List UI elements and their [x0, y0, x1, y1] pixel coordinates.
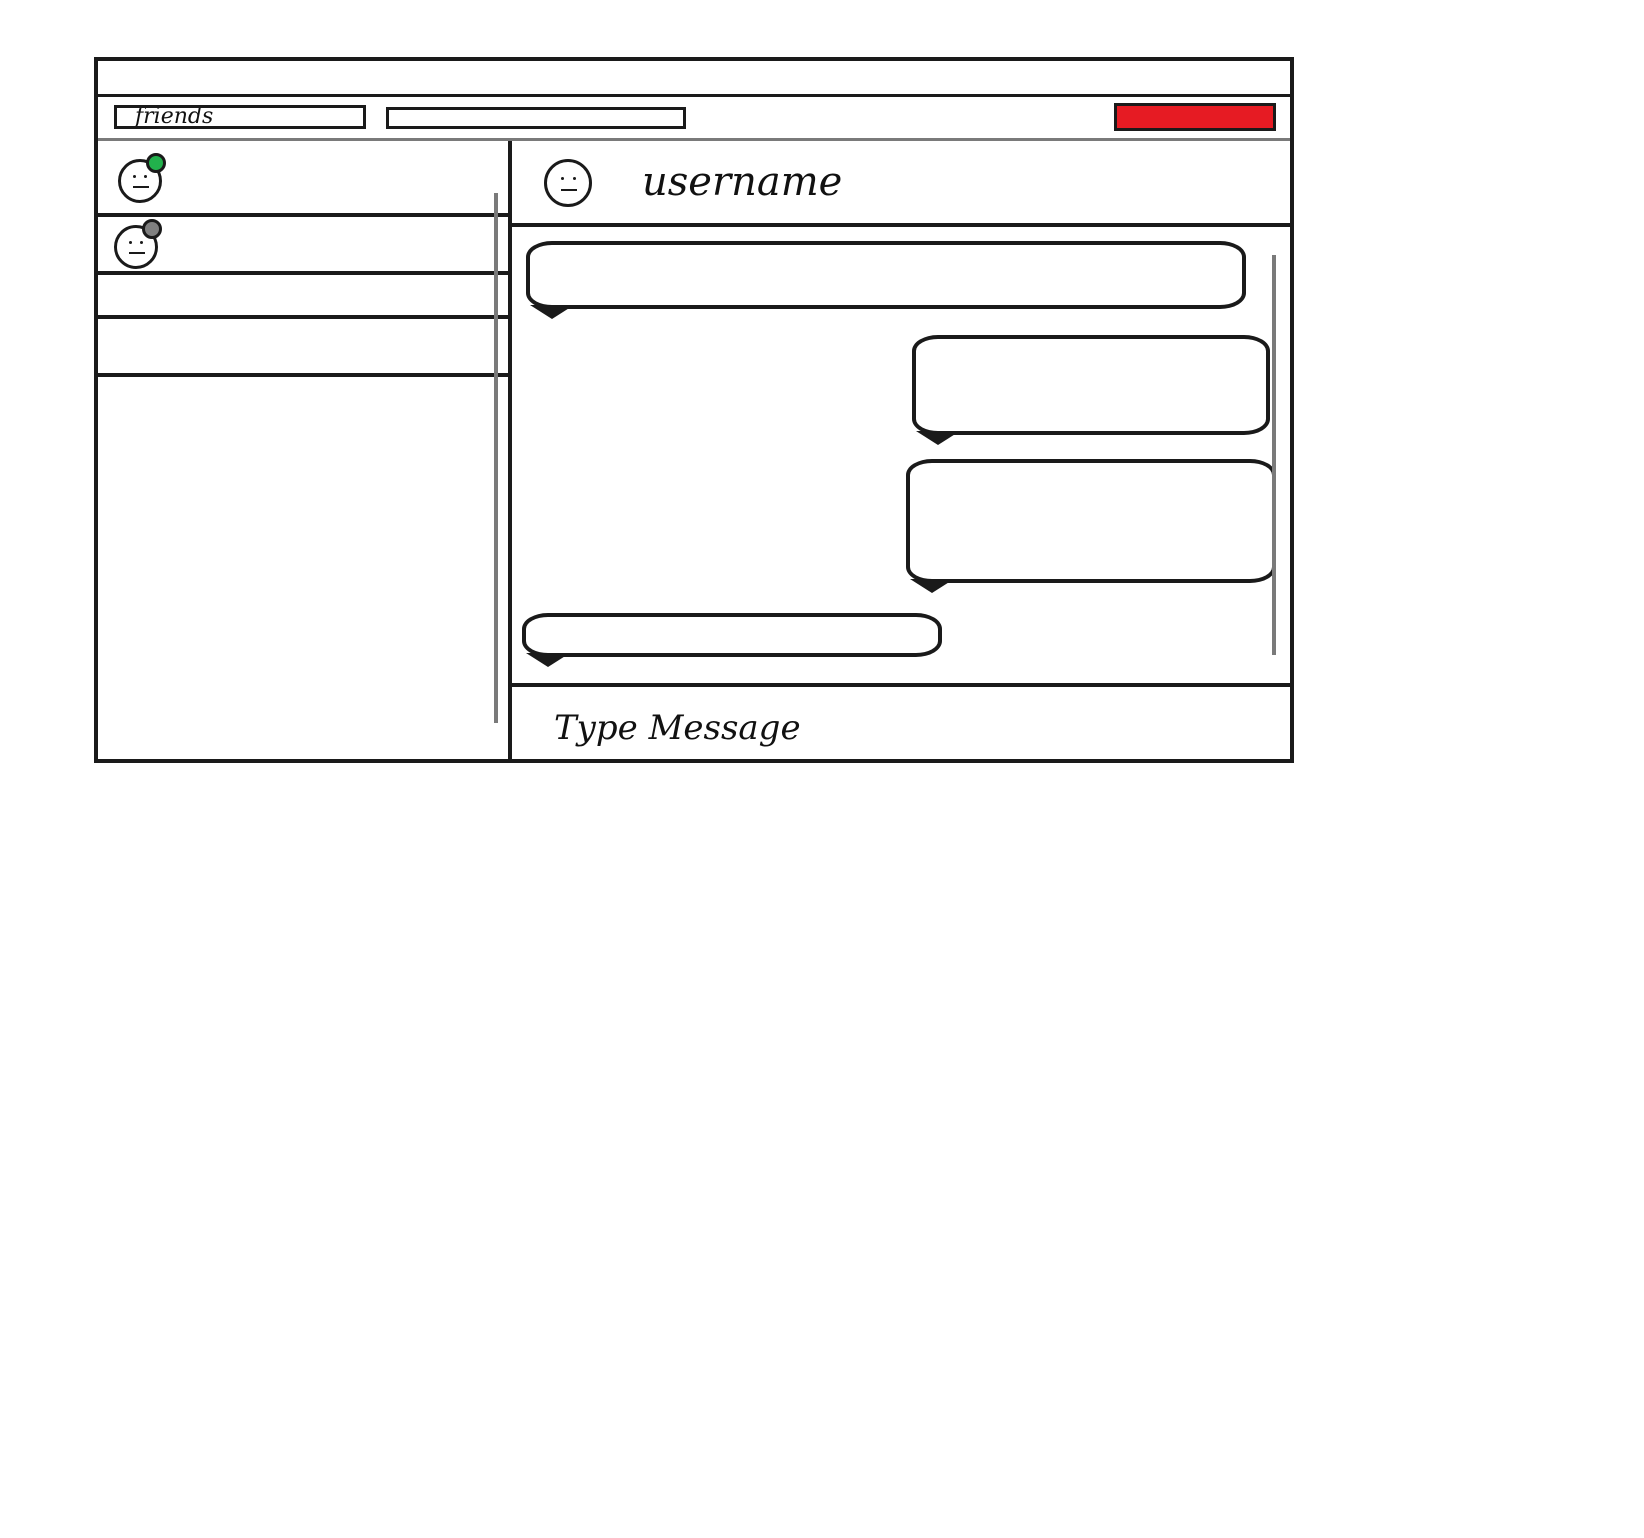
friend-list-item[interactable] [98, 319, 508, 377]
offline-status-icon [142, 219, 162, 239]
composer [512, 687, 1290, 759]
chat-window: friends username [94, 57, 1294, 763]
online-status-icon [146, 153, 166, 173]
message-list [512, 227, 1290, 687]
search-input[interactable] [386, 107, 686, 129]
messages-scrollbar[interactable] [1272, 255, 1276, 655]
title-bar[interactable] [98, 61, 1290, 97]
message-bubble-sent [912, 335, 1270, 445]
message-input[interactable] [552, 699, 1156, 757]
chat-header: username [512, 141, 1290, 227]
red-action-button[interactable] [1114, 103, 1276, 131]
friend-list-item[interactable] [98, 217, 508, 275]
message-bubble-received [526, 241, 1246, 319]
chat-username: username [642, 159, 843, 205]
contact-avatar-icon [544, 159, 592, 207]
friends-search-label: friends [135, 105, 214, 129]
friends-sidebar [98, 141, 512, 759]
sidebar-scrollbar[interactable] [494, 193, 498, 723]
toolbar: friends [98, 97, 1290, 141]
friend-list-item[interactable] [98, 275, 508, 319]
friend-list-item[interactable] [98, 141, 508, 217]
message-bubble-received [522, 613, 942, 667]
friends-search-field[interactable]: friends [114, 105, 366, 129]
message-bubble-sent [906, 459, 1276, 593]
